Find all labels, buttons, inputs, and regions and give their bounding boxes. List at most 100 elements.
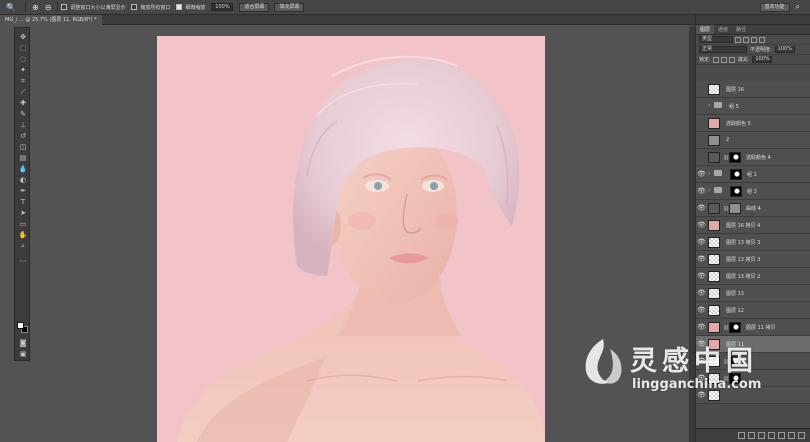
layer-row[interactable]: ⛓ 选取颜色 4 <box>696 149 810 166</box>
kind-filter-dropdown[interactable]: 类型 <box>699 36 733 43</box>
clone-stamp-tool-icon[interactable]: ⊥ <box>15 120 31 130</box>
layer-row[interactable]: 👁 图层 16 拷贝 4 <box>696 217 810 234</box>
workspace-switcher[interactable]: 基本功能 <box>759 2 790 12</box>
visibility-eye-icon[interactable] <box>697 153 705 161</box>
lock-position-icon[interactable] <box>720 56 727 63</box>
mask-thumbnail[interactable] <box>730 169 742 180</box>
healing-brush-tool-icon[interactable]: ✚ <box>15 98 31 108</box>
adjustment-layer-icon[interactable] <box>768 432 775 439</box>
layer-row[interactable]: 👁 › 组 3 <box>696 183 810 200</box>
visibility-eye-icon[interactable]: 👁 <box>697 255 706 263</box>
tab-channels[interactable]: 通道 <box>714 25 732 34</box>
eraser-tool-icon[interactable]: ◫ <box>15 142 31 152</box>
fit-screen-button[interactable]: 适合屏幕 <box>239 2 270 12</box>
visibility-eye-icon[interactable]: 👁 <box>697 306 706 314</box>
hand-tool-icon[interactable]: ✋ <box>15 230 31 240</box>
brush-tool-icon[interactable]: ✎ <box>15 109 31 119</box>
visibility-eye-icon[interactable]: 👁 <box>697 238 706 246</box>
layer-row[interactable]: 👁 图层 12 <box>696 302 810 319</box>
layer-thumbnail[interactable] <box>708 288 720 299</box>
layer-row[interactable]: 👁 图层 13 拷贝 3 <box>696 234 810 251</box>
layer-thumbnail[interactable] <box>708 254 720 265</box>
expand-chevron-icon[interactable]: › <box>708 102 710 109</box>
visibility-eye-icon[interactable]: 👁 <box>697 323 706 331</box>
zoom-tool-icon[interactable]: 🔍 <box>0 0 22 15</box>
visibility-eye-icon[interactable]: 👁 <box>697 289 706 297</box>
mask-thumbnail[interactable] <box>730 186 742 197</box>
type-tool-icon[interactable]: T <box>15 197 31 207</box>
screen-mode-icon[interactable]: ▣ <box>15 349 31 359</box>
layer-row[interactable]: 👁 图层 13 拷贝 2 <box>696 268 810 285</box>
filter-shape-icon[interactable] <box>759 36 765 43</box>
layer-thumbnail[interactable] <box>708 203 720 214</box>
layer-row[interactable]: 图层 16 <box>696 81 810 98</box>
more-tools-icon[interactable]: ⋯ <box>15 256 31 266</box>
layer-thumbnail[interactable] <box>708 118 720 129</box>
dodge-tool-icon[interactable]: ◐ <box>15 175 31 185</box>
shape-tool-icon[interactable]: ▭ <box>15 219 31 229</box>
mask-thumbnail[interactable] <box>729 203 741 214</box>
zoom-tool-icon[interactable]: ⌕ <box>15 241 31 251</box>
visibility-eye-icon[interactable] <box>697 85 705 93</box>
filter-pixel-icon[interactable] <box>735 36 741 43</box>
scrubby-zoom-checkbox[interactable]: 细微缩放 <box>176 4 205 11</box>
filter-type-icon[interactable] <box>751 36 757 43</box>
layer-row[interactable]: 👁 ⛓ 图层 11 拷贝 <box>696 319 810 336</box>
zoom-out-icon[interactable]: ⊖ <box>45 3 52 12</box>
zoom-in-icon[interactable]: ⊕ <box>32 3 39 12</box>
crop-tool-icon[interactable]: ⌗ <box>15 76 31 86</box>
expand-chevron-icon[interactable]: › <box>708 170 710 177</box>
document-canvas[interactable] <box>157 36 545 442</box>
layer-row[interactable]: 2 <box>696 132 810 149</box>
quick-mask-icon[interactable]: ◙ <box>15 338 31 348</box>
layer-row[interactable]: 选取颜色 5 <box>696 115 810 132</box>
tab-paths[interactable]: 路径 <box>732 25 750 34</box>
expand-chevron-icon[interactable]: › <box>708 187 710 194</box>
visibility-eye-icon[interactable]: 👁 <box>697 187 706 195</box>
resize-windows-checkbox[interactable]: 调整窗口大小以满屏显示 <box>61 4 125 11</box>
visibility-eye-icon[interactable]: 👁 <box>697 272 706 280</box>
history-brush-tool-icon[interactable]: ↺ <box>15 131 31 141</box>
layer-row[interactable]: 👁 › 组 1 <box>696 166 810 183</box>
mask-thumbnail[interactable] <box>729 152 741 163</box>
fill-screen-button[interactable]: 填充屏幕 <box>274 2 305 12</box>
blur-tool-icon[interactable]: 💧 <box>15 164 31 174</box>
layer-thumbnail[interactable] <box>708 237 720 248</box>
visibility-eye-icon[interactable]: 👁 <box>697 221 706 229</box>
add-mask-icon[interactable] <box>758 432 765 439</box>
layer-row[interactable]: 👁 图层 13 拷贝 3 <box>696 251 810 268</box>
link-layers-icon[interactable] <box>738 432 745 439</box>
document-tab[interactable]: MG_/ ... @ 25.7% (图层 11, RGB/8*) * <box>0 15 102 25</box>
search-icon[interactable]: ⌕ <box>796 2 800 12</box>
new-group-icon[interactable] <box>778 432 785 439</box>
foreground-color-swatch[interactable] <box>17 322 24 329</box>
layer-thumbnail[interactable] <box>708 135 720 146</box>
filter-adjustment-icon[interactable] <box>743 36 749 43</box>
layer-thumbnail[interactable] <box>708 84 720 95</box>
opacity-field[interactable]: 100% <box>774 46 795 53</box>
visibility-eye-icon[interactable] <box>697 136 705 144</box>
fill-field[interactable]: 100% <box>752 56 773 63</box>
visibility-eye-icon[interactable]: 👁 <box>697 170 706 178</box>
lasso-tool-icon[interactable]: ◌ <box>15 54 31 64</box>
visibility-eye-icon[interactable] <box>697 102 705 110</box>
layer-thumbnail[interactable] <box>708 220 720 231</box>
lock-all-icon[interactable] <box>728 56 735 63</box>
new-layer-icon[interactable] <box>788 432 795 439</box>
mask-thumbnail[interactable] <box>729 322 741 333</box>
trash-icon[interactable] <box>798 432 805 439</box>
zoom-percent-field[interactable]: 100% <box>211 3 234 11</box>
marquee-tool-icon[interactable]: ⬚ <box>15 43 31 53</box>
layer-thumbnail[interactable] <box>708 322 720 333</box>
move-tool-icon[interactable]: ✥ <box>15 32 31 42</box>
layer-thumbnail[interactable] <box>708 271 720 282</box>
layer-thumbnail[interactable] <box>708 152 720 163</box>
visibility-eye-icon[interactable] <box>697 119 705 127</box>
blend-mode-dropdown[interactable]: 正常 <box>699 46 747 53</box>
layer-style-icon[interactable] <box>748 432 755 439</box>
tab-layers[interactable]: 图层 <box>696 25 715 34</box>
lock-pixels-icon[interactable] <box>712 56 719 63</box>
layer-row[interactable]: 👁 ⛓ 曲线 4 <box>696 200 810 217</box>
pen-tool-icon[interactable]: ✒ <box>15 186 31 196</box>
eyedropper-tool-icon[interactable]: ⟋ <box>15 87 31 97</box>
